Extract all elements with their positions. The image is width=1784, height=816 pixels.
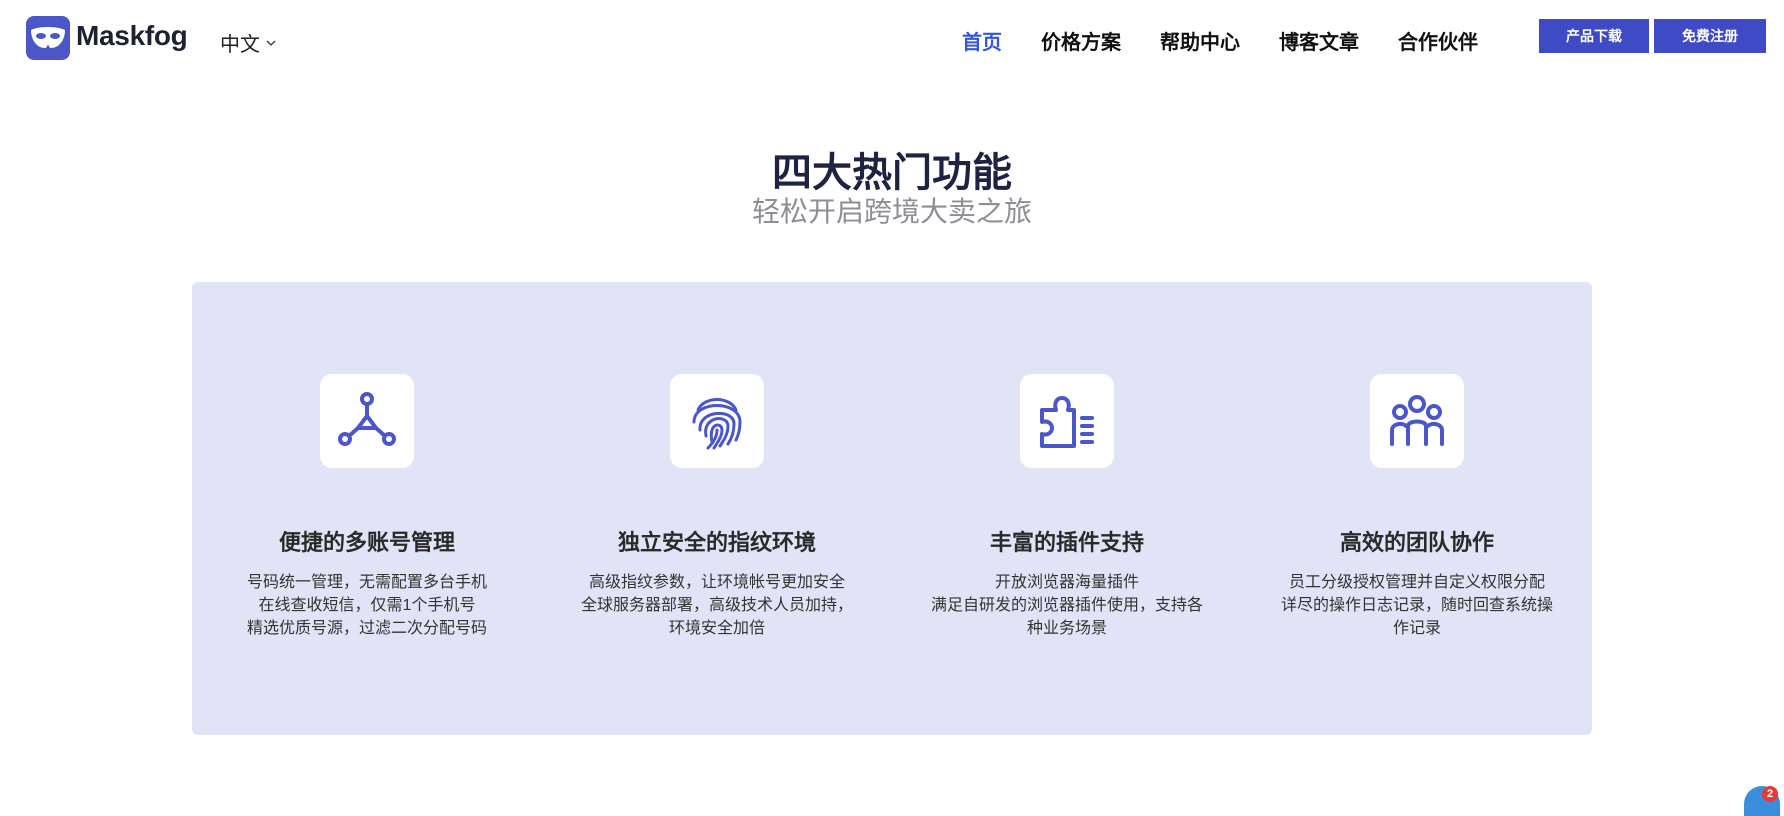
chat-badge: 2 <box>1762 786 1778 802</box>
feature-desc-line: 全球服务器部署，高级技术人员加持， <box>580 597 853 614</box>
language-label: 中文 <box>220 34 260 56</box>
feature-desc-line: 员工分级授权管理并自定义权限分配 <box>1288 574 1545 591</box>
feature-card-multi-account: 便捷的多账号管理 号码统一管理，无需配置多台手机 在线查收短信，仅需1个手机号 … <box>192 282 542 735</box>
feature-title: 便捷的多账号管理 <box>278 530 455 555</box>
feature-desc-line: 号码统一管理，无需配置多台手机 <box>246 574 487 591</box>
chevron-down-icon <box>266 40 276 46</box>
feature-desc-line: 详尽的操作日志记录，随时回查系统操 <box>1280 597 1553 614</box>
feature-description: 员工分级授权管理并自定义权限分配 详尽的操作日志记录，随时回查系统操 作记录 <box>1272 571 1562 640</box>
nav-home[interactable]: 首页 <box>962 26 1002 55</box>
nav-help-center[interactable]: 帮助中心 <box>1160 26 1240 55</box>
network-nodes-icon <box>338 392 396 446</box>
main-nav: 首页 价格方案 帮助中心 博客文章 合作伙伴 <box>962 26 1517 55</box>
fingerprint-icon <box>692 398 742 450</box>
feature-desc-line: 在线查收短信，仅需1个手机号 <box>258 597 476 614</box>
nav-blog[interactable]: 博客文章 <box>1279 26 1359 55</box>
register-button[interactable]: 免费注册 <box>1654 19 1766 53</box>
feature-title: 丰富的插件支持 <box>989 530 1144 555</box>
feature-desc-line: 高级指纹参数，让环境帐号更加安全 <box>588 574 845 591</box>
maskfog-logo-icon[interactable] <box>26 16 70 60</box>
site-header: Maskfog 中文 首页 价格方案 帮助中心 博客文章 合作伙伴 产品下载 免… <box>0 0 1784 80</box>
language-selector[interactable]: 中文 <box>220 28 276 57</box>
feature-card-team: 高效的团队协作 员工分级授权管理并自定义权限分配 详尽的操作日志记录，随时回查系… <box>1242 282 1592 735</box>
feature-card-plugins: 丰富的插件支持 开放浏览器海量插件 满足自研发的浏览器插件使用，支持各 种业务场… <box>892 282 1242 735</box>
feature-title: 高效的团队协作 <box>1339 530 1494 555</box>
feature-desc-line: 种业务场景 <box>1026 620 1107 637</box>
mask-icon <box>31 27 65 48</box>
feature-desc-line: 环境安全加倍 <box>668 620 765 637</box>
feature-title: 独立安全的指纹环境 <box>617 530 816 555</box>
brand-name[interactable]: Maskfog <box>76 20 188 52</box>
nav-partners[interactable]: 合作伙伴 <box>1398 26 1478 55</box>
feature-description: 高级指纹参数，让环境帐号更加安全 全球服务器部署，高级技术人员加持， 环境安全加… <box>572 571 862 640</box>
features-panel: 便捷的多账号管理 号码统一管理，无需配置多台手机 在线查收短信，仅需1个手机号 … <box>192 282 1592 735</box>
feature-desc-line: 满足自研发的浏览器插件使用，支持各 <box>930 597 1203 614</box>
section-subtitle: 轻松开启跨境大卖之旅 <box>751 196 1032 227</box>
feature-desc-line: 作记录 <box>1392 620 1441 637</box>
feature-card-fingerprint: 独立安全的指纹环境 高级指纹参数，让环境帐号更加安全 全球服务器部署，高级技术人… <box>542 282 892 735</box>
feature-description: 开放浏览器海量插件 满足自研发的浏览器插件使用，支持各 种业务场景 <box>922 571 1212 640</box>
download-button[interactable]: 产品下载 <box>1539 19 1649 53</box>
nav-pricing[interactable]: 价格方案 <box>1041 26 1121 55</box>
feature-desc-line: 精选优质号源，过滤二次分配号码 <box>246 620 487 637</box>
feature-icon-box <box>320 374 414 468</box>
feature-icon-box <box>1020 374 1114 468</box>
feature-icon-box <box>1370 374 1464 468</box>
feature-icon-box <box>670 374 764 468</box>
team-icon <box>1390 395 1444 446</box>
feature-description: 号码统一管理，无需配置多台手机 在线查收短信，仅需1个手机号 精选优质号源，过滤… <box>222 571 512 640</box>
feature-desc-line: 开放浏览器海量插件 <box>994 574 1139 591</box>
puzzle-plugin-icon <box>1040 396 1094 448</box>
